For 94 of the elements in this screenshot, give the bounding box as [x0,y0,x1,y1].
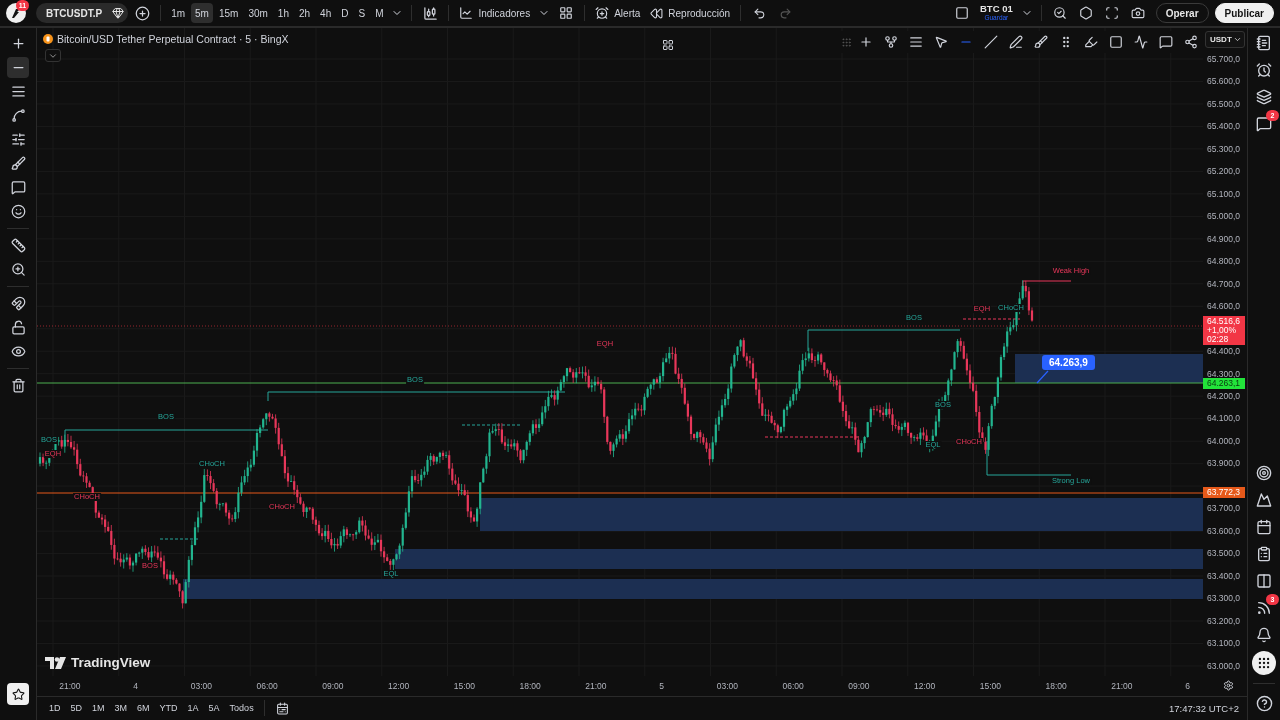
interval-tab[interactable]: 5m [191,3,213,23]
watermark-text: TradingView [71,655,151,670]
indicators-button[interactable]: Indicadores [455,3,535,23]
interval-tab[interactable]: D [337,3,353,23]
indicators-label: Indicadores [478,7,531,19]
rewind-icon [650,6,664,20]
favorites-button[interactable] [7,683,29,705]
alert-button[interactable]: Alerta [591,3,645,23]
price-label: 64.600,0 [1207,301,1241,312]
interval-tab[interactable]: 15m [214,3,243,23]
price-label: 65.000,0 [1207,211,1241,222]
interval-tab[interactable]: 4h [316,3,336,23]
range-button[interactable]: 1M [88,698,109,719]
time-label: 21:00 [585,680,607,691]
price-label: 64.900,0 [1207,233,1241,244]
interval-tab[interactable]: 2h [294,3,315,23]
apps-icon[interactable] [1252,651,1276,675]
chevron-down-icon [1233,35,1242,44]
price-label: 63.500,0 [1207,548,1241,559]
price-label: 65.700,0 [1207,54,1241,64]
chat-icon [1256,116,1272,132]
range-button[interactable]: 3M [110,698,132,719]
interval-tab[interactable]: 1m [167,3,190,23]
price-label: 63.000,0 [1207,660,1241,671]
price-label: 64.400,0 [1207,346,1241,357]
price-label: 64.100,0 [1207,413,1241,424]
price-label: 65.600,0 [1207,76,1241,87]
time-label: 5 [659,680,664,691]
currency-dropdown[interactable]: USDT [1205,31,1245,48]
interval-tab[interactable]: M [371,3,388,23]
time-label: 15:00 [453,680,475,691]
time-label: 09:00 [848,680,870,691]
tradingview-logo-icon [45,656,67,669]
time-label: 03:00 [190,680,212,691]
price-tag: 64.263,1 [1203,378,1245,389]
price-label: 63.600,0 [1207,525,1241,536]
time-label: 21:00 [1111,680,1133,691]
time-label: 06:00 [782,680,804,691]
clock-text: 17:47:32 UTC+2 [1169,702,1239,714]
range-button[interactable]: 6M [133,698,154,719]
time-label: 09:00 [322,680,344,691]
price-label: 63.700,0 [1207,503,1241,514]
price-label: 64.800,0 [1207,256,1241,267]
interval-tab[interactable]: 30m [244,3,272,23]
price-callout: 64.263,9 [1042,355,1095,370]
time-label: 18:00 [519,680,541,691]
symbol-search[interactable]: BTCUSDT.P [36,3,129,23]
range-button[interactable]: Todos [225,698,258,719]
price-label: 63.200,0 [1207,615,1241,626]
time-label: 18:00 [1045,680,1067,691]
price-label: 65.100,0 [1207,188,1241,199]
interval-tab[interactable]: 1h [273,3,293,23]
time-label: 15:00 [979,680,1001,691]
price-label: 63.100,0 [1207,638,1241,649]
price-label: 65.400,0 [1207,121,1241,132]
range-button[interactable]: 5A [204,698,224,719]
alarm-clock-icon [595,6,610,20]
time-label: 12:00 [914,680,936,691]
price-label: 64.300,0 [1207,368,1241,379]
price-tag: 63.772,3 [1203,487,1245,498]
time-label: 21:00 [59,680,81,691]
time-label: 6 [1185,680,1190,691]
range-button[interactable]: YTD [155,698,182,719]
currency-label: USDT [1210,35,1232,44]
gem-icon [112,7,125,19]
replay-label: Reproducción [668,7,730,19]
time-label: 12:00 [388,680,410,691]
bolt-icon [10,7,22,19]
range-button[interactable]: 5D [66,698,87,719]
price-tag: 64.516,6 +1,00% 02:28 [1203,316,1245,345]
alert-label: Alerta [614,7,641,19]
price-label: 64.700,0 [1207,278,1241,289]
price-label: 64.200,0 [1207,391,1241,401]
chart-line-icon [459,6,474,20]
price-label: 65.200,0 [1207,166,1241,177]
price-label: 63.400,0 [1207,570,1241,581]
price-label: 63.900,0 [1207,458,1241,469]
leader-line [1036,370,1049,384]
publish-button[interactable]: Publicar [1214,3,1274,23]
interval-tab[interactable]: S [354,3,370,23]
price-label: 64.000,0 [1207,435,1241,446]
replay-button[interactable]: Reproducción [646,3,734,23]
time-label: 03:00 [716,680,738,691]
price-label: 65.300,0 [1207,143,1241,154]
feed-icon [1256,600,1272,616]
range-button[interactable]: 1A [183,698,203,719]
bitcoin-icon [43,34,53,44]
price-label: 65.500,0 [1207,98,1241,109]
range-button[interactable]: 1D [45,698,65,719]
price-label: 63.300,0 [1207,593,1241,604]
chart-legend-title: Bitcoin/USD Tether Perpetual Contract · 5 · BingX [57,33,289,45]
time-label: 06:00 [256,680,278,691]
star-icon [11,687,25,701]
time-label: 4 [133,680,138,691]
